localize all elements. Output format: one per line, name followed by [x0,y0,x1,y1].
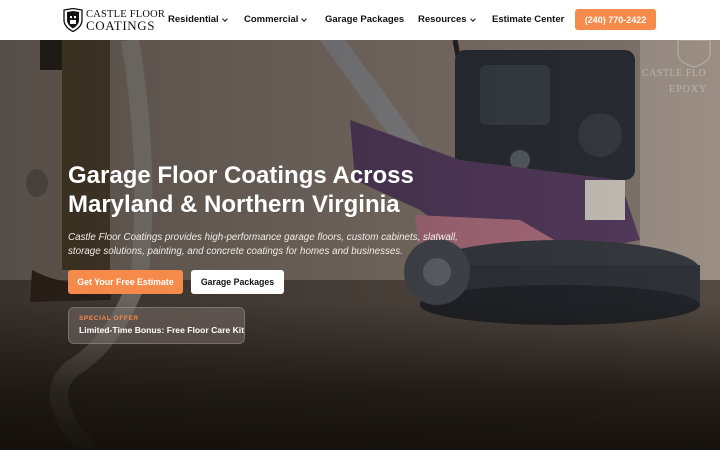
hero-headline: Garage Floor Coatings Across Maryland & … [68,162,414,218]
nav-item-label: Commercial [244,14,299,25]
nav-item-label: Estimate Center [492,14,565,25]
phone-call-button[interactable]: (240) 770-2422 [575,9,656,30]
chevron-down-icon [469,15,476,22]
hero-section: CASTLE FLO EPOXY Garage Floor Coatings A… [0,40,720,450]
top-navigation: CASTLE FLOOR COATINGS Residential Commer… [0,0,720,40]
logo-wordmark: CASTLE FLOOR COATINGS [86,9,165,33]
nav-item-estimate-center[interactable]: Estimate Center [492,14,564,25]
free-estimate-button[interactable]: Get Your Free Estimate [68,270,183,294]
special-offer-card[interactable]: SPECIAL OFFER Limited-Time Bonus: Free F… [68,307,245,344]
logo-line-2: COATINGS [86,17,156,33]
nav-item-resources[interactable]: Resources [418,14,476,25]
garage-packages-button[interactable]: Garage Packages [191,270,284,294]
watermark-line-1: CASTLE FLO [642,68,707,79]
nav-item-residential[interactable]: Residential [168,14,228,25]
offer-title: Limited-Time Bonus: Free Floor Care Kit [79,325,245,335]
nav-item-label: Residential [168,14,219,25]
nav-item-commercial[interactable]: Commercial [244,14,308,25]
background-watermark: CASTLE FLO EPOXY [642,40,720,100]
site-logo[interactable]: CASTLE FLOOR COATINGS [63,8,165,32]
hero-subtext: Castle Floor Coatings provides high-perf… [68,232,458,257]
nav-item-garage-packages[interactable]: Garage Packages [325,14,404,25]
watermark-line-2: EPOXY [669,84,708,95]
nav-item-label: Garage Packages [325,14,405,25]
chevron-down-icon [301,15,308,22]
castle-shield-logo-icon [63,8,83,32]
offer-tag: SPECIAL OFFER [79,315,139,322]
nav-item-label: Resources [418,14,467,25]
chevron-down-icon [221,15,228,22]
